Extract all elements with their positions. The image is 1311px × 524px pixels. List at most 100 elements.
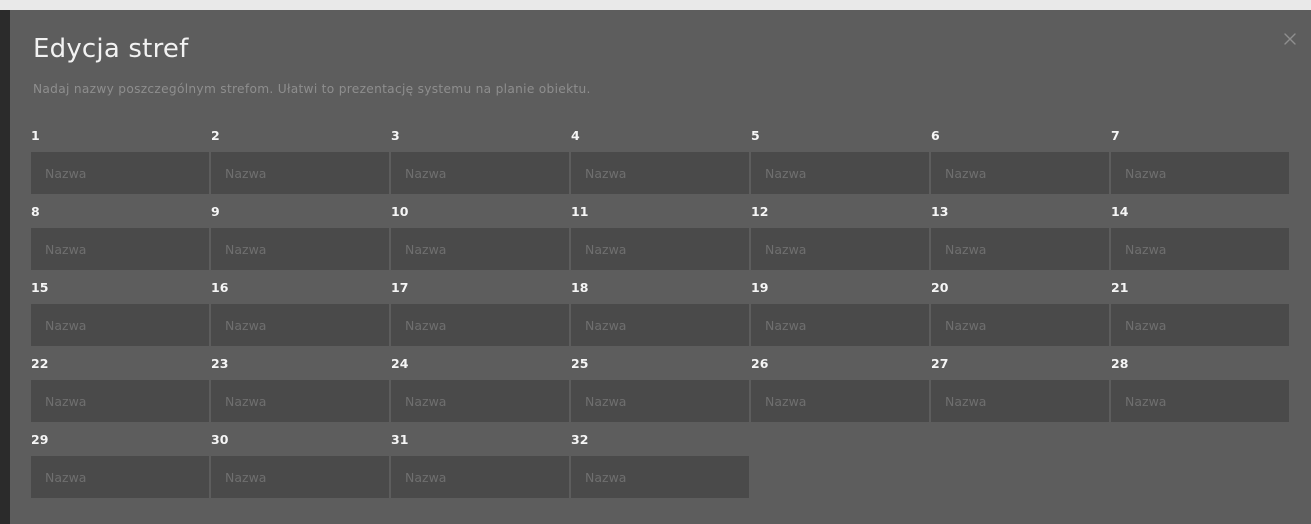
zone-grid: 1234567891011121314151617181920212223242…	[31, 128, 1289, 508]
dialog-subtitle: Nadaj nazwy poszczególnym strefom. Ułatw…	[33, 82, 591, 96]
zone-field: 24	[391, 356, 569, 432]
zone-field: 16	[211, 280, 389, 356]
zone-name-input[interactable]	[211, 380, 389, 422]
zone-label: 21	[1111, 280, 1129, 295]
zone-label: 31	[391, 432, 409, 447]
zone-field: 25	[571, 356, 749, 432]
zone-name-input[interactable]	[1111, 304, 1289, 346]
zone-field: 17	[391, 280, 569, 356]
background-page-strip	[0, 0, 1311, 10]
zone-label: 13	[931, 204, 949, 219]
zone-label: 19	[751, 280, 769, 295]
zone-field: 15	[31, 280, 209, 356]
close-button[interactable]	[1283, 32, 1297, 46]
zone-name-input[interactable]	[931, 228, 1109, 270]
zone-name-input[interactable]	[391, 304, 569, 346]
zone-name-input[interactable]	[211, 228, 389, 270]
zone-label: 12	[751, 204, 769, 219]
zone-label: 3	[391, 128, 400, 143]
zone-label: 2	[211, 128, 220, 143]
zone-field: 28	[1111, 356, 1289, 432]
zone-field: 26	[751, 356, 929, 432]
zone-field: 23	[211, 356, 389, 432]
zone-field: 3	[391, 128, 569, 204]
zone-name-input[interactable]	[571, 304, 749, 346]
zone-name-input[interactable]	[751, 228, 929, 270]
zone-label: 22	[31, 356, 49, 371]
zone-name-input[interactable]	[1111, 228, 1289, 270]
zone-name-input[interactable]	[1111, 380, 1289, 422]
zone-label: 25	[571, 356, 589, 371]
zone-name-input[interactable]	[391, 228, 569, 270]
dialog-title: Edycja stref	[33, 34, 189, 64]
zone-field: 19	[751, 280, 929, 356]
zone-field: 22	[31, 356, 209, 432]
zone-label: 15	[31, 280, 49, 295]
zone-label: 7	[1111, 128, 1120, 143]
zone-field: 7	[1111, 128, 1289, 204]
zone-name-input[interactable]	[391, 456, 569, 498]
zone-label: 26	[751, 356, 769, 371]
zone-name-input[interactable]	[571, 456, 749, 498]
zone-name-input[interactable]	[751, 380, 929, 422]
zone-label: 32	[571, 432, 589, 447]
zone-name-input[interactable]	[391, 152, 569, 194]
zone-name-input[interactable]	[31, 304, 209, 346]
zone-field: 4	[571, 128, 749, 204]
close-icon	[1284, 33, 1296, 45]
zone-label: 14	[1111, 204, 1129, 219]
zone-label: 6	[931, 128, 940, 143]
zone-label: 23	[211, 356, 229, 371]
zone-field: 32	[571, 432, 749, 508]
zone-field: 14	[1111, 204, 1289, 280]
zone-label: 27	[931, 356, 949, 371]
zone-name-input[interactable]	[31, 380, 209, 422]
zone-name-input[interactable]	[571, 228, 749, 270]
zone-name-input[interactable]	[31, 456, 209, 498]
zone-field: 31	[391, 432, 569, 508]
zone-name-input[interactable]	[751, 152, 929, 194]
zone-name-input[interactable]	[31, 228, 209, 270]
zone-label: 17	[391, 280, 409, 295]
zone-field: 6	[931, 128, 1109, 204]
zone-name-input[interactable]	[211, 304, 389, 346]
zone-field: 8	[31, 204, 209, 280]
zone-field: 27	[931, 356, 1109, 432]
zone-label: 8	[31, 204, 40, 219]
zone-field: 13	[931, 204, 1109, 280]
zone-name-input[interactable]	[931, 152, 1109, 194]
zone-field: 20	[931, 280, 1109, 356]
zone-field: 5	[751, 128, 929, 204]
zone-name-input[interactable]	[571, 152, 749, 194]
zone-name-input[interactable]	[931, 304, 1109, 346]
zone-field: 18	[571, 280, 749, 356]
zone-field: 29	[31, 432, 209, 508]
zone-label: 11	[571, 204, 589, 219]
zone-name-input[interactable]	[211, 152, 389, 194]
zone-label: 18	[571, 280, 589, 295]
zone-field: 21	[1111, 280, 1289, 356]
zone-name-input[interactable]	[1111, 152, 1289, 194]
zone-name-input[interactable]	[571, 380, 749, 422]
zone-name-input[interactable]	[391, 380, 569, 422]
zone-label: 10	[391, 204, 409, 219]
zone-label: 5	[751, 128, 760, 143]
zone-field: 10	[391, 204, 569, 280]
zone-label: 4	[571, 128, 580, 143]
zone-name-input[interactable]	[31, 152, 209, 194]
zone-field: 12	[751, 204, 929, 280]
zone-field: 11	[571, 204, 749, 280]
zone-label: 24	[391, 356, 409, 371]
zone-label: 30	[211, 432, 229, 447]
zone-label: 1	[31, 128, 40, 143]
zone-label: 20	[931, 280, 949, 295]
zone-name-input[interactable]	[931, 380, 1109, 422]
zone-label: 29	[31, 432, 49, 447]
zone-label: 9	[211, 204, 220, 219]
zone-field: 30	[211, 432, 389, 508]
zone-field: 9	[211, 204, 389, 280]
zone-edit-dialog: Edycja stref Nadaj nazwy poszczególnym s…	[10, 10, 1311, 524]
zone-field: 1	[31, 128, 209, 204]
zone-name-input[interactable]	[751, 304, 929, 346]
zone-name-input[interactable]	[211, 456, 389, 498]
